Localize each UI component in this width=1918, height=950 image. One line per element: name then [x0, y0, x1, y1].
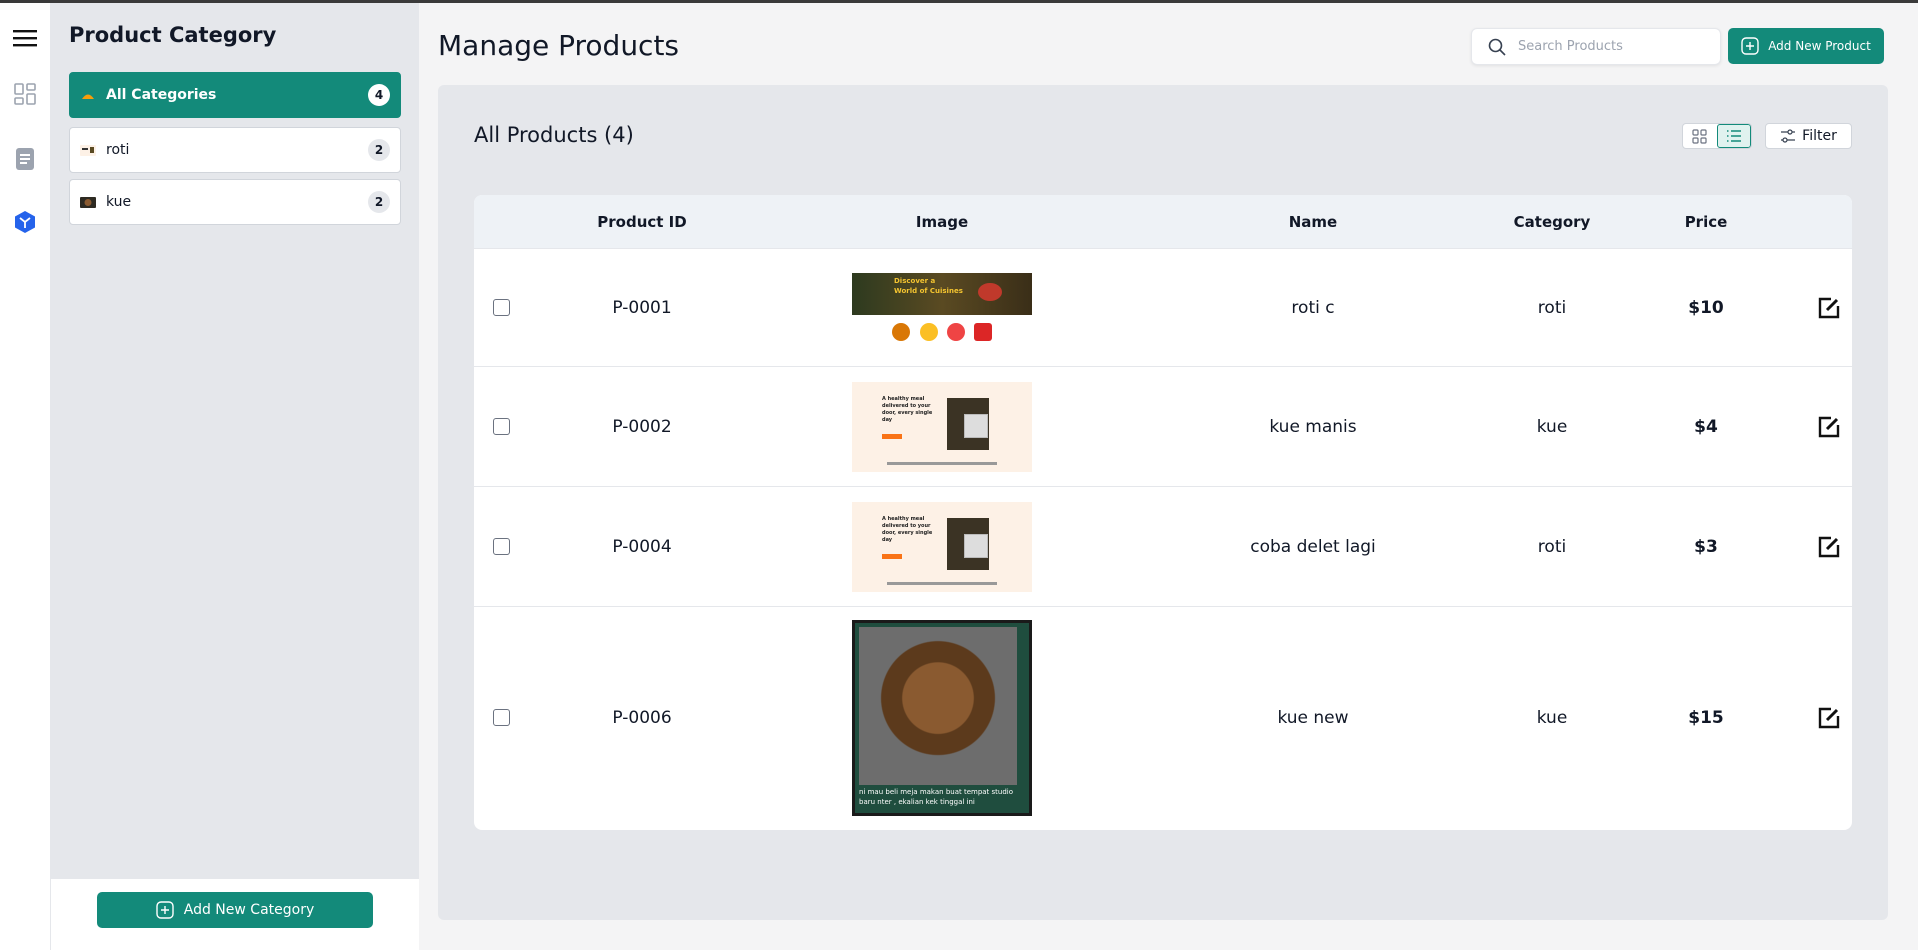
category-panel-footer: Add New Category — [51, 878, 419, 950]
product-price: $4 — [1694, 416, 1718, 437]
row-checkbox[interactable] — [492, 709, 510, 726]
product-name: kue manis — [1269, 416, 1357, 437]
edit-icon[interactable] — [1817, 296, 1841, 320]
table-row[interactable]: P-0002 A healthy meal delivered to your … — [474, 366, 1852, 486]
row-checkbox[interactable] — [492, 538, 510, 555]
add-new-product-label: Add New Product — [1768, 39, 1871, 53]
product-image[interactable]: Discover a World of Cuisines — [852, 262, 1032, 353]
product-image[interactable]: ni mau beli meja makan buat tempat studi… — [852, 619, 1032, 816]
product-image[interactable]: A healthy meal delivered to your door, e… — [852, 381, 1032, 472]
product-id: P-0004 — [612, 536, 672, 557]
product-category: kue — [1536, 707, 1568, 728]
product-name: coba delet lagi — [1250, 536, 1376, 557]
search-box[interactable] — [1471, 28, 1721, 65]
table-row[interactable]: P-0006 ni mau beli meja makan buat tempa… — [474, 606, 1852, 828]
thumb-text: A healthy meal delivered to your door, e… — [882, 395, 933, 423]
filter-sliders-icon — [1781, 129, 1796, 143]
products-panel-title: All Products (4) — [474, 123, 634, 147]
category-label: kue — [106, 194, 132, 210]
column-header-name[interactable]: Name — [1128, 213, 1498, 231]
product-image[interactable]: A healthy meal delivered to your door, e… — [852, 501, 1032, 592]
product-price: $10 — [1688, 297, 1724, 318]
thumb-caption: ni mau beli meja makan buat tempat studi… — [859, 787, 1014, 806]
product-price: $3 — [1694, 536, 1718, 557]
category-item-kue[interactable]: kue 2 — [69, 179, 401, 225]
category-thumbnail — [80, 196, 96, 208]
edit-icon[interactable] — [1817, 535, 1841, 559]
category-label: All Categories — [106, 87, 217, 103]
column-header-price[interactable]: Price — [1606, 213, 1806, 231]
document-icon[interactable] — [12, 146, 38, 172]
add-new-product-button[interactable]: Add New Product — [1728, 28, 1884, 64]
category-panel: Product Category All Categories 4 roti 2… — [51, 3, 419, 950]
category-item-all[interactable]: All Categories 4 — [69, 72, 401, 118]
product-price: $15 — [1688, 707, 1724, 728]
product-name: kue new — [1277, 707, 1349, 728]
list-view-button[interactable] — [1716, 124, 1751, 148]
hamburger-menu-icon[interactable] — [12, 25, 38, 51]
product-category: roti — [1537, 297, 1567, 318]
row-checkbox[interactable] — [492, 418, 510, 435]
dashboard-icon[interactable] — [12, 81, 38, 107]
view-toggle — [1682, 123, 1752, 149]
column-header-category[interactable]: Category — [1498, 213, 1606, 231]
product-id: P-0006 — [612, 707, 672, 728]
products-content-panel: All Products (4) Filter Product ID Image… — [438, 85, 1888, 920]
product-id: P-0002 — [612, 416, 672, 437]
product-name: roti c — [1291, 297, 1335, 318]
list-icon — [1726, 130, 1741, 142]
column-header-image: Image — [915, 212, 969, 231]
table-row[interactable]: P-0004 A healthy meal delivered to your … — [474, 486, 1852, 606]
edit-icon[interactable] — [1817, 706, 1841, 730]
grid-icon — [1692, 128, 1708, 144]
icon-rail — [0, 3, 51, 950]
plus-square-icon — [156, 901, 174, 919]
category-count-badge: 2 — [368, 191, 390, 213]
edit-icon[interactable] — [1817, 415, 1841, 439]
category-panel-title: Product Category — [69, 23, 277, 47]
search-input[interactable] — [1518, 39, 1708, 54]
category-thumbnail — [80, 89, 96, 101]
column-header-product-id[interactable]: Product ID — [528, 213, 756, 231]
grid-view-button[interactable] — [1683, 124, 1717, 148]
products-table: Product ID Image Name Category Price P-0… — [474, 195, 1852, 830]
category-label: roti — [106, 142, 130, 158]
filter-label: Filter — [1802, 128, 1837, 144]
table-row[interactable]: P-0001 Discover a World of Cuisines roti… — [474, 248, 1852, 366]
row-checkbox[interactable] — [492, 299, 510, 316]
table-header: Product ID Image Name Category Price — [474, 195, 1852, 248]
filter-button[interactable]: Filter — [1765, 123, 1852, 149]
category-count-badge: 4 — [368, 84, 390, 106]
thumb-text: World of Cuisines — [894, 286, 963, 295]
product-category: roti — [1537, 536, 1567, 557]
category-thumbnail — [80, 144, 96, 156]
add-new-category-button[interactable]: Add New Category — [97, 892, 373, 928]
thumb-text: A healthy meal delivered to your door, e… — [882, 515, 933, 543]
product-cube-icon[interactable] — [12, 209, 38, 235]
plus-square-icon — [1741, 37, 1759, 55]
category-item-roti[interactable]: roti 2 — [69, 127, 401, 173]
product-id: P-0001 — [612, 297, 672, 318]
search-icon — [1488, 38, 1506, 56]
add-new-category-label: Add New Category — [183, 902, 315, 918]
product-category: kue — [1536, 416, 1568, 437]
category-count-badge: 2 — [368, 139, 390, 161]
page-title: Manage Products — [438, 29, 680, 62]
thumb-text: Discover a — [894, 276, 936, 285]
